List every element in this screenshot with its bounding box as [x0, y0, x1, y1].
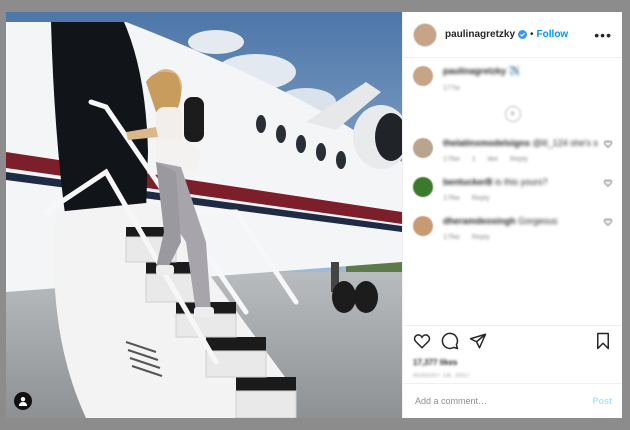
reply-button[interactable]: Reply	[472, 234, 490, 241]
comment-meta: 176w 1 like Reply	[443, 156, 528, 163]
comment-meta: 176w Reply	[443, 195, 490, 202]
comment-meta: 176w Reply	[443, 234, 490, 241]
comment-text: dheramdeosingh Gorgeous	[443, 216, 558, 226]
tagged-users-button[interactable]	[14, 392, 32, 410]
user-icon	[19, 397, 27, 406]
paper-plane-icon[interactable]	[469, 332, 487, 350]
reply-button[interactable]: Reply	[510, 156, 528, 163]
reply-button[interactable]: Reply	[472, 195, 490, 202]
comment-icon[interactable]	[441, 332, 459, 350]
bookmark-icon[interactable]	[594, 332, 612, 350]
add-comment-bar: Post	[403, 383, 622, 418]
caption-row: paulinagretzky ✈️ 177w	[413, 66, 612, 92]
likes-count[interactable]: 17,377 likes	[413, 358, 612, 367]
comments-list[interactable]: paulinagretzky ✈️ 177w + thelatinxmodels…	[403, 58, 622, 325]
post-actions: 17,377 likes AUGUST 14, 2017	[403, 325, 622, 383]
post-modal: paulinagretzky • Follow ••• paulinagretz…	[6, 12, 622, 418]
post-header: paulinagretzky • Follow •••	[403, 12, 622, 58]
comment-avatar[interactable]	[413, 216, 433, 236]
post-comment-button[interactable]: Post	[592, 396, 612, 406]
caption-text: paulinagretzky ✈️	[443, 66, 520, 76]
comment-avatar[interactable]	[413, 177, 433, 197]
heart-icon[interactable]	[604, 218, 612, 226]
comment-likes[interactable]: 1 like	[472, 156, 498, 163]
comment-text: bentuckerB is this yours?	[443, 177, 548, 187]
follow-button[interactable]: Follow	[537, 29, 569, 40]
heart-icon[interactable]	[413, 332, 431, 350]
post-photo[interactable]	[6, 12, 402, 418]
more-options-button[interactable]: •••	[594, 27, 612, 43]
comment-avatar[interactable]	[413, 138, 433, 158]
plus-circle-icon: +	[509, 108, 516, 120]
heart-icon[interactable]	[604, 179, 612, 187]
comment-input[interactable]	[413, 395, 593, 407]
author-avatar[interactable]	[413, 22, 437, 47]
caption-age: 177w	[443, 85, 460, 92]
caption-avatar[interactable]	[413, 66, 433, 86]
post-sidebar: paulinagretzky • Follow ••• paulinagretz…	[402, 12, 622, 418]
header-separator: •	[530, 29, 534, 40]
verified-badge-icon	[518, 30, 528, 39]
post-date: AUGUST 14, 2017	[413, 373, 471, 379]
comment-row: dheramdeosingh Gorgeous 176w Reply	[413, 216, 612, 241]
comment-row: bentuckerB is this yours? 176w Reply	[413, 177, 612, 202]
comment-row: thelatinxmodelsigns @lil_124 she's so cu…	[413, 138, 612, 163]
heart-icon[interactable]	[604, 140, 612, 148]
airplane-stairs-image	[6, 12, 402, 418]
load-more-comments-button[interactable]: +	[504, 106, 521, 122]
comment-text: thelatinxmodelsigns @lil_124 she's so cu…	[443, 138, 598, 148]
author-username[interactable]: paulinagretzky	[445, 29, 515, 40]
